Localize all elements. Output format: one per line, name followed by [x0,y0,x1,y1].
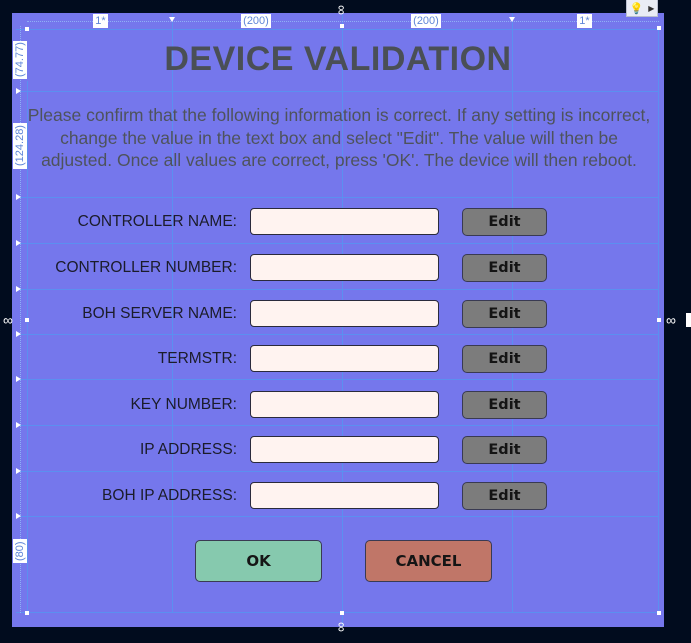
row-marker-icon[interactable] [16,286,21,292]
chain-link-icon[interactable]: ∞ [334,5,350,15]
resize-handle[interactable] [657,26,661,30]
field-label: CONTROLLER NAME: [77,213,237,230]
row-guide [16,29,658,30]
row-marker-icon[interactable] [16,468,21,474]
instructions-text: Please confirm that the following inform… [27,105,651,170]
row-ruler [20,26,21,613]
field-label: BOH SERVER NAME: [82,305,237,322]
row-height-tag[interactable]: (80) [13,539,27,563]
field-label: IP ADDRESS: [139,441,237,458]
design-canvas[interactable]: 1* (200) (200) 1* (74.77) (124.28) (80) … [12,13,664,627]
row-marker-icon[interactable] [16,376,21,382]
row-guide [16,334,658,335]
chain-link-icon[interactable]: ∞ [666,313,676,327]
column-width-tag[interactable]: 1* [577,14,592,28]
row-marker-icon[interactable] [16,88,21,94]
row-guide [16,197,658,198]
triangle-right-icon: ▶ [648,3,655,13]
column-ruler [27,21,659,22]
row-guide [16,516,658,517]
boh-ip-address-input[interactable] [250,482,439,509]
row-marker-icon[interactable] [16,194,21,200]
ip-address-input[interactable] [250,436,439,463]
chain-link-icon[interactable]: ∞ [3,313,13,327]
scroll-indicator[interactable] [686,313,691,327]
row-height-tag[interactable]: (124.28) [13,123,27,169]
resize-handle[interactable] [657,318,661,322]
edit-button[interactable]: Edit [462,391,547,419]
edit-button[interactable]: Edit [462,254,547,282]
resize-handle[interactable] [340,611,344,615]
edit-button[interactable]: Edit [462,345,547,373]
resize-handle[interactable] [657,611,661,615]
row-guide [16,379,658,380]
resize-handle[interactable] [25,27,29,31]
edit-button[interactable]: Edit [462,436,547,464]
page-title: DEVICE VALIDATION [164,40,512,78]
row-guide [16,243,658,244]
controller-number-input[interactable] [250,254,439,281]
column-marker-icon[interactable] [169,17,175,22]
column-width-tag[interactable]: (200) [411,14,441,28]
column-width-tag[interactable]: 1* [93,14,108,28]
key-number-input[interactable] [250,391,439,418]
quick-actions-button[interactable]: 💡 ▶ [626,0,658,17]
chain-link-icon[interactable]: ∞ [334,622,350,632]
field-label: KEY NUMBER: [130,396,237,413]
column-marker-icon[interactable] [509,17,515,22]
field-label: BOH IP ADDRESS: [102,487,237,504]
row-guide [16,471,658,472]
resize-handle[interactable] [340,24,344,28]
row-guide [16,425,658,426]
field-label: CONTROLLER NUMBER: [55,259,237,276]
field-label: TERMSTR: [157,350,237,367]
row-guide [16,289,658,290]
row-marker-icon[interactable] [16,422,21,428]
row-marker-icon[interactable] [16,513,21,519]
resize-handle[interactable] [25,611,29,615]
row-marker-icon[interactable] [16,331,21,337]
lightbulb-icon: 💡 [629,2,644,15]
edit-button[interactable]: Edit [462,482,547,510]
termstr-input[interactable] [250,345,439,372]
edit-button[interactable]: Edit [462,300,547,328]
row-guide [16,91,658,92]
row-guide [16,612,658,613]
resize-handle[interactable] [25,318,29,322]
edit-button[interactable]: Edit [462,208,547,236]
row-marker-icon[interactable] [16,240,21,246]
cancel-button[interactable]: CANCEL [365,540,492,582]
ok-button[interactable]: OK [195,540,322,582]
boh-server-name-input[interactable] [250,300,439,327]
column-width-tag[interactable]: (200) [241,14,271,28]
controller-name-input[interactable] [250,208,439,235]
